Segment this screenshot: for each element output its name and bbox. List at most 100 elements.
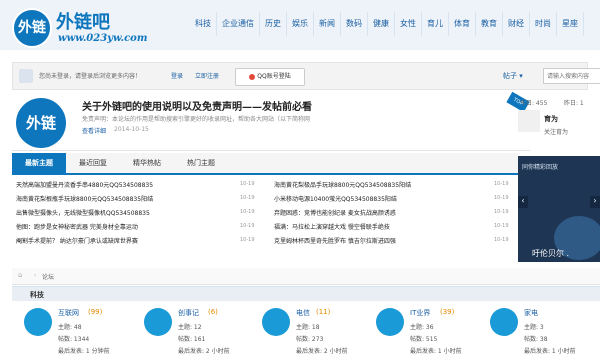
qq-login-label: QQ账号登陆	[257, 73, 291, 80]
forum-item[interactable]: 电信 (11) 主题: 18 帖数: 273 最后发表: 2 小时前	[260, 304, 370, 361]
list-item[interactable]: 阉割手术提前？ 纳达尔豪门承认或缺席世界赛	[16, 236, 138, 245]
nav-item[interactable]: 科技	[190, 12, 217, 36]
search-input[interactable]	[543, 68, 600, 84]
logo-title: 外链吧	[56, 12, 110, 33]
forum-icon	[24, 308, 52, 336]
forum-name[interactable]: 创事记	[178, 308, 199, 318]
tab-recent-reply[interactable]: 最近回复	[66, 153, 120, 173]
nav-item[interactable]: 星座	[557, 12, 584, 36]
forum-item[interactable]: IT业界 (39) 主题: 36 帖数: 515 最后发表: 1 小时前	[374, 304, 484, 361]
home-icon[interactable]: ⌂	[18, 272, 26, 279]
side-title: 育为	[544, 115, 558, 123]
login-link[interactable]: 登录	[171, 71, 183, 80]
tab-hot[interactable]: 热门主题	[174, 153, 228, 173]
nav-item[interactable]: 时尚	[530, 12, 557, 36]
ad-slideshow[interactable]: 同你精彩回放 ‹ › 吁伦贝尔 .	[518, 156, 600, 262]
forum-icon	[376, 308, 404, 336]
forum-name[interactable]: 电信	[296, 308, 310, 318]
forum-last-post[interactable]: 最后发表: 1 小时前	[410, 346, 462, 355]
breadcrumb: ⌂ › 论坛	[12, 268, 600, 285]
list-item[interactable]: 弃题困惑：竞博也能创纪录 麦女抗战高颜诱惑	[274, 208, 396, 217]
list-item-date: 10-19	[240, 209, 255, 215]
forum-last-post[interactable]: 最后发表: 2 小时前	[296, 346, 348, 355]
list-item[interactable]: 海南黄花梨极品手玩球8800元QQ534508835阳结	[274, 180, 411, 189]
nav-item[interactable]: 体育	[449, 12, 476, 36]
forum-last-post[interactable]: 最后发表: 1 小时前	[524, 346, 576, 355]
list-item[interactable]: 海南黄花梨根瓶手玩球8800元QQ534508835阳结	[16, 194, 153, 203]
nav-item[interactable]: 健康	[368, 12, 395, 36]
site-header: 外链 外链吧 www.023yw.com 科技 企业通信 历史 娱乐 新闻 数码…	[0, 0, 600, 50]
list-item-date: 10-19	[240, 223, 255, 229]
prev-arrow-icon[interactable]: ‹	[518, 196, 528, 208]
forum-posts: 帖数: 515	[410, 336, 438, 343]
nav-item[interactable]: 娱乐	[287, 12, 314, 36]
forum-name[interactable]: 家电	[524, 308, 538, 318]
forum-posts: 帖数: 38	[524, 336, 548, 343]
category-header: 科技	[12, 286, 600, 301]
breadcrumb-separator: ›	[34, 272, 37, 279]
category-title[interactable]: 科技	[30, 290, 44, 300]
forum-posts: 帖数: 161	[178, 336, 206, 343]
view-details-link[interactable]: 查看详细	[82, 126, 106, 135]
nav-item[interactable]: 新闻	[314, 12, 341, 36]
qq-icon	[249, 73, 256, 80]
forum-name[interactable]: IT业界	[410, 308, 430, 318]
notice-desc: 免责声明：本论坛的作用是帮助搜索引擎更好的收录网址，帮助各大网站（以下简称网	[82, 116, 311, 123]
forum-icon	[490, 308, 518, 336]
nav-item[interactable]: 企业通信	[217, 12, 260, 36]
stat-today: 今日: 455	[520, 100, 548, 107]
notice-logo: 外链	[16, 98, 66, 148]
breadcrumb-forum-link[interactable]: 论坛	[42, 272, 54, 281]
list-item[interactable]: 他图：跑步是女神秘密武器 完美身材全靠运动	[16, 222, 138, 231]
notice-title[interactable]: 关于外链吧的使用说明以及免责声明——发帖前必看	[82, 98, 312, 113]
list-item-date: 10-19	[494, 223, 509, 229]
tab-featured[interactable]: 精华热帖	[120, 153, 174, 173]
follow-link[interactable]: 关注育为	[544, 127, 568, 136]
forum-today-count: (11)	[316, 308, 331, 316]
list-item-date: 10-19	[494, 237, 509, 243]
stat-yesterday: 昨日: 1	[564, 100, 584, 107]
ad-subtitle: 同你精彩回放	[522, 164, 559, 171]
next-arrow-icon[interactable]: ›	[590, 196, 600, 208]
forum-icon	[144, 308, 172, 336]
forum-last-post[interactable]: 最后发表: 2 小时前	[178, 346, 230, 355]
forum-icon	[262, 308, 290, 336]
forum-posts: 帖数: 1344	[58, 336, 90, 343]
nav-item[interactable]: 数码	[341, 12, 368, 36]
thread-tabs: 最新主题 最近回复 精华热帖 热门主题	[12, 153, 518, 175]
list-item[interactable]: 小米移动电源10400萤光QQ534508835阳结	[274, 194, 397, 203]
list-item[interactable]: 出售微型摄像头，无线微型摄像机QQ534508835	[16, 208, 150, 217]
logo-badge: 外链	[12, 8, 52, 48]
forum-item[interactable]: 家电 主题: 3 帖数: 38 最后发表: 1 小时前	[488, 304, 598, 361]
list-item[interactable]: 克里姆林杯西里奇先胜罗布 慎吉尔拉斯进四强	[274, 236, 396, 245]
site-logo[interactable]: 外链 外链吧 www.023yw.com	[0, 4, 180, 48]
forum-topics: 主题: 3	[524, 324, 544, 331]
forum-today-count: (99)	[88, 308, 103, 316]
forum-item[interactable]: 创事记 (6) 主题: 12 帖数: 161 最后发表: 2 小时前	[142, 304, 252, 361]
qq-login-button[interactable]: QQ账号登陆	[235, 68, 305, 86]
list-item-date: 10-19	[494, 209, 509, 215]
forum-name[interactable]: 互联网	[58, 308, 79, 318]
search-type-dropdown[interactable]: 帖子 ▾	[503, 71, 523, 81]
tab-latest[interactable]: 最新主题	[12, 153, 66, 173]
list-item[interactable]: 天然高端加盟曼丹流香手串4880元QQ534508835	[16, 180, 153, 189]
forum-today-count: (6)	[208, 308, 218, 316]
list-item-date: 10-19	[240, 181, 255, 187]
notice-panel: 外链 关于外链吧的使用说明以及免责声明——发帖前必看 免责声明：本论坛的作用是帮…	[12, 91, 530, 151]
nav-item[interactable]: 育儿	[422, 12, 449, 36]
stats-panel: 今日: 455 昨日: 1 育为 关注育为	[516, 94, 600, 150]
forum-topics: 主题: 36	[410, 324, 434, 331]
nav-item[interactable]: 历史	[260, 12, 287, 36]
forum-topics: 主题: 18	[296, 324, 320, 331]
list-item-date: 10-19	[240, 237, 255, 243]
list-item[interactable]: 福满：马拉松上演穿越大戏 慢空餐联手绝技	[274, 222, 390, 231]
notice-date: 2014-10-15	[114, 126, 149, 133]
nav-item[interactable]: 女性	[395, 12, 422, 36]
logo-url: www.023yw.com	[58, 33, 148, 44]
nav-item[interactable]: 财经	[503, 12, 530, 36]
nav-item[interactable]: 教育	[476, 12, 503, 36]
forum-last-post[interactable]: 最后发表: 1 分钟前	[58, 346, 110, 355]
list-item-date: 10-19	[494, 181, 509, 187]
register-link[interactable]: 立即注册	[195, 71, 219, 80]
forum-item[interactable]: 互联网 (99) 主题: 48 帖数: 1344 最后发表: 1 分钟前	[22, 304, 132, 361]
